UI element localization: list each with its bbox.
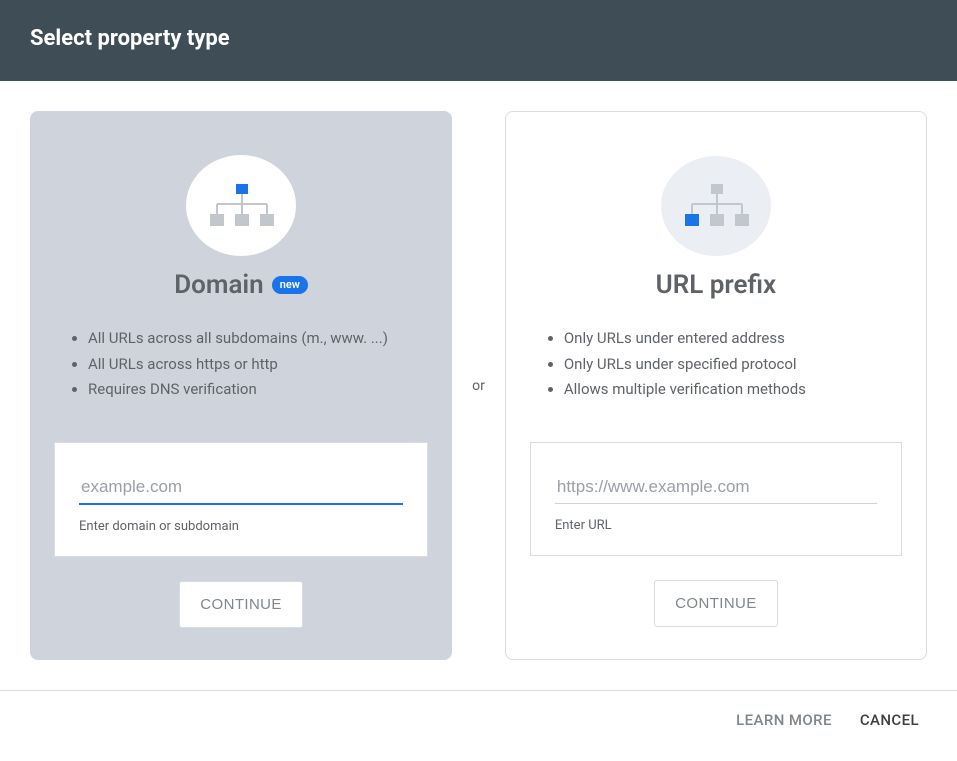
domain-continue-button[interactable]: CONTINUE — [179, 581, 303, 628]
url-prefix-feature-item: Only URLs under entered address — [564, 326, 892, 352]
url-prefix-features: Only URLs under entered address Only URL… — [530, 326, 902, 416]
url-prefix-input[interactable] — [555, 473, 877, 504]
domain-feature-item: All URLs across all subdomains (m., www.… — [88, 326, 418, 352]
domain-title-row: Domain new — [174, 270, 308, 300]
dialog-title: Select property type — [30, 26, 927, 51]
new-badge: new — [272, 276, 308, 294]
dialog-footer: LEARN MORE CANCEL — [0, 690, 957, 751]
domain-input-helper: Enter domain or subdomain — [79, 519, 403, 534]
dialog-header: Select property type — [0, 0, 957, 81]
domain-title: Domain — [174, 270, 263, 300]
url-prefix-title: URL prefix — [656, 270, 777, 300]
domain-feature-item: All URLs across https or http — [88, 352, 418, 378]
url-prefix-icon-circle — [661, 156, 771, 256]
url-prefix-continue-button[interactable]: CONTINUE — [654, 580, 778, 627]
url-prefix-input-box: Enter URL — [530, 442, 902, 556]
domain-feature-item: Requires DNS verification — [88, 377, 418, 403]
url-prefix-feature-item: Allows multiple verification methods — [564, 377, 892, 403]
url-prefix-title-row: URL prefix — [656, 270, 777, 300]
domain-input-box: Enter domain or subdomain — [54, 442, 428, 557]
domain-features: All URLs across all subdomains (m., www.… — [54, 326, 428, 416]
sitemap-domain-icon — [208, 182, 274, 230]
cancel-button[interactable]: CANCEL — [860, 711, 919, 729]
domain-icon-circle — [186, 155, 296, 256]
or-separator: or — [472, 378, 485, 394]
learn-more-button[interactable]: LEARN MORE — [736, 711, 832, 729]
card-url-prefix[interactable]: URL prefix Only URLs under entered addre… — [505, 111, 927, 660]
url-prefix-input-helper: Enter URL — [555, 518, 877, 533]
domain-input[interactable] — [79, 473, 403, 505]
card-domain[interactable]: Domain new All URLs across all subdomain… — [30, 111, 452, 660]
dialog-content: Domain new All URLs across all subdomain… — [0, 81, 957, 690]
url-prefix-feature-item: Only URLs under specified protocol — [564, 352, 892, 378]
sitemap-url-prefix-icon — [683, 182, 749, 230]
